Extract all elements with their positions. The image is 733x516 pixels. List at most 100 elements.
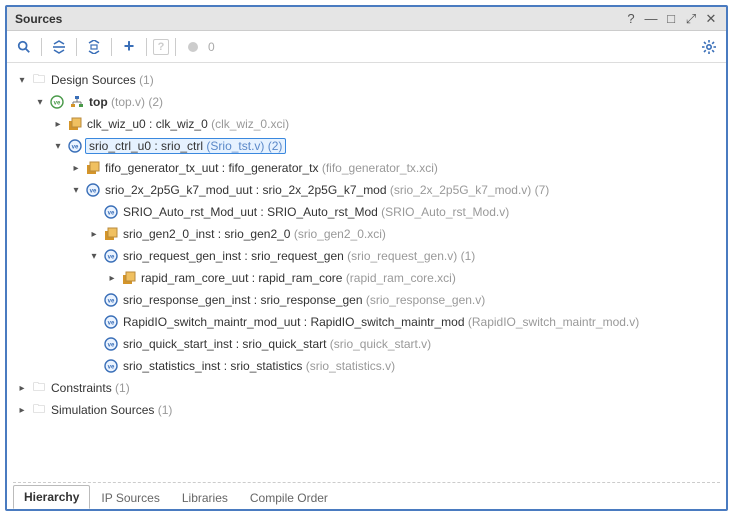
help-box-icon: ?: [153, 39, 169, 55]
node-label: Constraints (1): [49, 381, 132, 395]
svg-text:ve: ve: [108, 211, 115, 217]
tree-node-resp-gen[interactable]: ▸ ve srio_response_gen_inst : srio_respo…: [11, 289, 722, 311]
ip-block-icon: [103, 227, 119, 241]
ip-block-icon: [67, 117, 83, 131]
tree-node-srio-ctrl[interactable]: ▾ ve srio_ctrl_u0 : srio_ctrl (Srio_tst.…: [11, 135, 722, 157]
chevron-down-icon[interactable]: ▾: [33, 97, 47, 108]
ve-module-icon: ve: [67, 139, 83, 153]
ve-module-icon: ve: [103, 293, 119, 307]
folder-icon: 🗀: [31, 400, 47, 421]
tree-node-top[interactable]: ▾ ve top (top.v) (2): [11, 91, 722, 113]
chevron-right-icon[interactable]: ▸: [15, 383, 29, 394]
node-label: srio_statistics_inst : srio_statistics (…: [121, 359, 397, 373]
chevron-right-icon[interactable]: ▸: [87, 229, 101, 240]
separator: [146, 38, 147, 56]
tab-compile-order[interactable]: Compile Order: [239, 486, 339, 509]
tree-node-rapid-ram[interactable]: ▸ rapid_ram_core_uut : rapid_ram_core (r…: [11, 267, 722, 289]
hierarchy-tree[interactable]: ▾ 🗀 Design Sources (1) ▾ ve top (top.v) …: [7, 63, 726, 482]
tree-node-quick-start[interactable]: ▸ ve srio_quick_start_inst : srio_quick_…: [11, 333, 722, 355]
ve-module-icon: ve: [103, 205, 119, 219]
svg-text:ve: ve: [54, 101, 61, 107]
add-sources-icon[interactable]: +: [118, 36, 140, 58]
separator: [76, 38, 77, 56]
tree-node-constraints[interactable]: ▸ 🗀 Constraints (1): [11, 377, 722, 399]
help-icon[interactable]: ?: [624, 12, 638, 26]
ve-module-icon: ve: [103, 337, 119, 351]
window-controls: ? — □ ⤢ ✕: [624, 12, 718, 26]
settings-icon[interactable]: [698, 36, 720, 58]
chevron-right-icon[interactable]: ▸: [51, 119, 65, 130]
tree-node-switch-maintr[interactable]: ▸ ve RapidIO_switch_maintr_mod_uut : Rap…: [11, 311, 722, 333]
tree-node-sim-sources[interactable]: ▸ 🗀 Simulation Sources (1): [11, 399, 722, 421]
node-label: rapid_ram_core_uut : rapid_ram_core (rap…: [139, 271, 458, 285]
close-icon[interactable]: ✕: [704, 12, 718, 26]
tree-node-fifo-gen[interactable]: ▸ fifo_generator_tx_uut : fifo_generator…: [11, 157, 722, 179]
expand-all-icon[interactable]: [83, 36, 105, 58]
svg-text:ve: ve: [108, 299, 115, 305]
ve-module-icon: ve: [103, 315, 119, 329]
node-label: SRIO_Auto_rst_Mod_uut : SRIO_Auto_rst_Mo…: [121, 205, 511, 219]
node-label: Simulation Sources (1): [49, 403, 174, 417]
node-label-selected: srio_ctrl_u0 : srio_ctrl (Srio_tst.v) (2…: [85, 138, 286, 154]
chevron-down-icon[interactable]: ▾: [69, 185, 83, 196]
svg-text:ve: ve: [108, 321, 115, 327]
ve-module-icon: ve: [103, 359, 119, 373]
chevron-right-icon[interactable]: ▸: [69, 163, 83, 174]
node-label: top (top.v) (2): [87, 95, 165, 109]
chevron-down-icon[interactable]: ▾: [15, 75, 29, 86]
titlebar: Sources ? — □ ⤢ ✕: [7, 7, 726, 31]
separator: [111, 38, 112, 56]
node-label: fifo_generator_tx_uut : fifo_generator_t…: [103, 161, 440, 175]
restore-icon[interactable]: □: [664, 12, 678, 26]
node-label: srio_request_gen_inst : srio_request_gen…: [121, 249, 477, 263]
tree-node-req-gen[interactable]: ▾ ve srio_request_gen_inst : srio_reques…: [11, 245, 722, 267]
chevron-down-icon[interactable]: ▾: [51, 141, 65, 152]
tab-hierarchy[interactable]: Hierarchy: [13, 485, 90, 509]
folder-icon: 🗀: [31, 378, 47, 399]
chevron-down-icon[interactable]: ▾: [87, 251, 101, 262]
svg-text:ve: ve: [90, 189, 97, 195]
tree-node-clk-wiz[interactable]: ▸ clk_wiz_u0 : clk_wiz_0 (clk_wiz_0.xci): [11, 113, 722, 135]
folder-icon: 🗀: [31, 70, 47, 91]
tree-node-statistics[interactable]: ▸ ve srio_statistics_inst : srio_statist…: [11, 355, 722, 377]
tab-ip-sources[interactable]: IP Sources: [90, 486, 170, 509]
tree-node-design-sources[interactable]: ▾ 🗀 Design Sources (1): [11, 69, 722, 91]
toolbar: + ? 0: [7, 31, 726, 63]
node-label: srio_response_gen_inst : srio_response_g…: [121, 293, 487, 307]
node-label: clk_wiz_u0 : clk_wiz_0 (clk_wiz_0.xci): [85, 117, 291, 131]
maximize-icon[interactable]: ⤢: [684, 12, 698, 26]
tree-node-srio-2x[interactable]: ▾ ve srio_2x_2p5G_k7_mod_uut : srio_2x_2…: [11, 179, 722, 201]
separator: [41, 38, 42, 56]
svg-text:ve: ve: [108, 255, 115, 261]
chevron-placeholder: ▸: [87, 361, 101, 372]
tree-node-auto-rst[interactable]: ▸ ve SRIO_Auto_rst_Mod_uut : SRIO_Auto_r…: [11, 201, 722, 223]
chevron-placeholder: ▸: [87, 339, 101, 350]
node-label: srio_gen2_0_inst : srio_gen2_0 (srio_gen…: [121, 227, 388, 241]
svg-text:ve: ve: [72, 145, 79, 151]
node-label: RapidIO_switch_maintr_mod_uut : RapidIO_…: [121, 315, 641, 329]
separator: [175, 38, 176, 56]
svg-text:ve: ve: [108, 343, 115, 349]
hierarchy-top-icon: [69, 96, 85, 108]
chevron-right-icon[interactable]: ▸: [15, 405, 29, 416]
sources-panel: Sources ? — □ ⤢ ✕ + ? 0: [5, 5, 728, 511]
ve-top-icon: ve: [49, 95, 65, 109]
minimize-icon[interactable]: —: [644, 12, 658, 26]
svg-text:ve: ve: [108, 365, 115, 371]
collapse-all-icon[interactable]: [48, 36, 70, 58]
chevron-placeholder: ▸: [87, 295, 101, 306]
search-icon[interactable]: [13, 36, 35, 58]
chevron-placeholder: ▸: [87, 207, 101, 218]
node-label: Design Sources (1): [49, 73, 156, 87]
bottom-tabbar: Hierarchy IP Sources Libraries Compile O…: [7, 483, 726, 509]
chevron-placeholder: ▸: [87, 317, 101, 328]
ip-block-icon: [121, 271, 137, 285]
ve-module-icon: ve: [103, 249, 119, 263]
node-label: srio_quick_start_inst : srio_quick_start…: [121, 337, 433, 351]
tab-libraries[interactable]: Libraries: [171, 486, 239, 509]
chevron-right-icon[interactable]: ▸: [105, 273, 119, 284]
node-label: srio_2x_2p5G_k7_mod_uut : srio_2x_2p5G_k…: [103, 183, 551, 197]
tree-node-gen2[interactable]: ▸ srio_gen2_0_inst : srio_gen2_0 (srio_g…: [11, 223, 722, 245]
panel-title: Sources: [15, 12, 624, 26]
ve-module-icon: ve: [85, 183, 101, 197]
